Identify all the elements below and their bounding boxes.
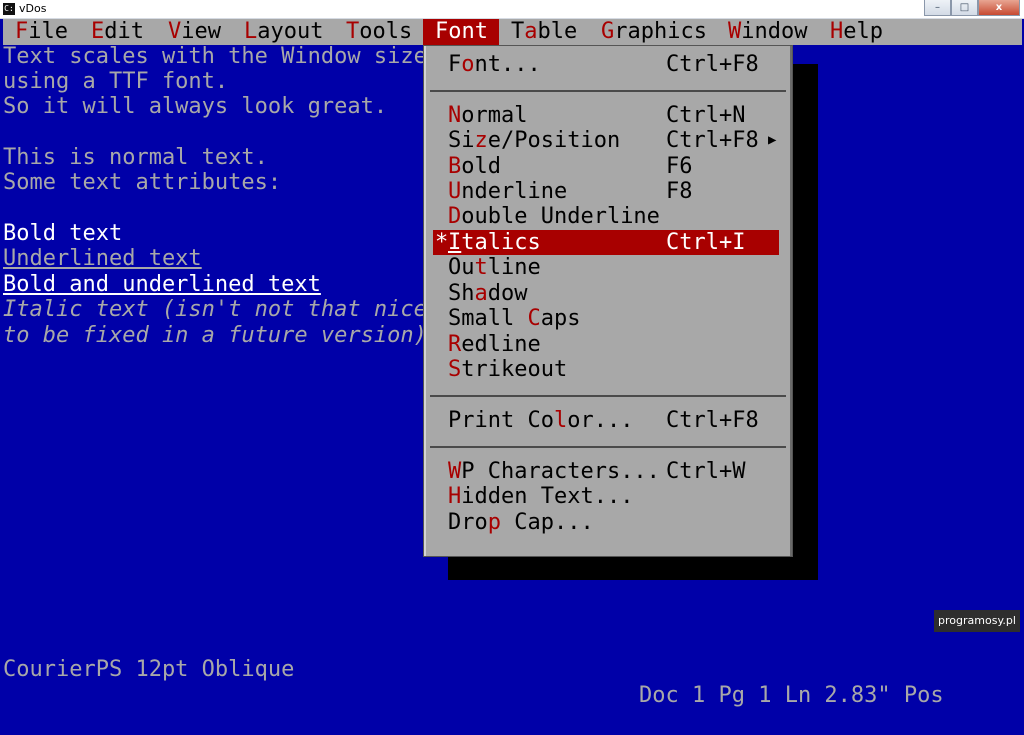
- menu-item-size-position[interactable]: Size/Position Ctrl+F8 ▶: [430, 128, 780, 153]
- menu-font[interactable]: Font: [423, 19, 499, 45]
- menu-item-wp-characters[interactable]: WP Characters... Ctrl+W: [430, 459, 780, 484]
- menu-separator: [430, 446, 786, 448]
- active-marker: *: [435, 230, 449, 255]
- doc-bold-underlined-text: Bold and underlined text: [3, 272, 321, 297]
- doc-line: Text scales with the Window size,: [3, 44, 441, 69]
- document-area[interactable]: Text scales with the Window size, using …: [3, 44, 440, 348]
- menu-item-outline[interactable]: Outline: [430, 255, 780, 280]
- menu-separator: [430, 90, 786, 92]
- watermark: programosy.pl: [934, 610, 1020, 632]
- menu-bar: File Edit View Layout Tools Font Table G…: [3, 19, 1022, 45]
- menu-item-font[interactable]: Font... Ctrl+F8: [430, 52, 780, 77]
- menu-item-print-color[interactable]: Print Color... Ctrl+F8: [430, 408, 780, 433]
- menu-edit[interactable]: Edit: [91, 19, 144, 45]
- menu-item-double-underline[interactable]: Double Underline: [430, 204, 780, 229]
- menu-item-normal[interactable]: Normal Ctrl+N: [430, 103, 780, 128]
- maximize-button[interactable]: □: [951, 0, 978, 16]
- menu-item-drop-cap[interactable]: Drop Cap...: [430, 510, 780, 535]
- menu-item-hidden-text[interactable]: Hidden Text...: [430, 484, 780, 509]
- menu-item-small-caps[interactable]: Small Caps: [430, 306, 780, 331]
- doc-bold-text: Bold text: [3, 221, 123, 246]
- menu-graphics[interactable]: Graphics: [601, 19, 707, 45]
- doc-line: Some text attributes:: [3, 170, 282, 195]
- menu-item-strikeout[interactable]: Strikeout: [430, 357, 780, 382]
- submenu-arrow-icon: ▶: [768, 132, 777, 148]
- doc-line: So it will always look great.: [3, 94, 388, 119]
- status-bar: CourierPS 12pt Oblique Doc 1 Pg 1 Ln 2.8…: [3, 631, 1022, 708]
- menu-separator: [430, 395, 786, 397]
- menu-item-italics[interactable]: * Italics Ctrl+I: [433, 230, 779, 255]
- window-controls: – □ x: [924, 0, 1020, 17]
- window-title: vDos: [19, 2, 47, 15]
- menu-help[interactable]: Help: [830, 19, 883, 45]
- status-font: CourierPS 12pt Oblique: [3, 657, 295, 682]
- menu-item-shadow[interactable]: Shadow: [430, 281, 780, 306]
- menu-view[interactable]: View: [168, 19, 221, 45]
- doc-underlined-text: Underlined text: [3, 246, 202, 271]
- menu-layout[interactable]: Layout: [244, 19, 323, 45]
- menu-item-bold[interactable]: Bold F6: [430, 154, 780, 179]
- menu-table[interactable]: Table: [511, 19, 577, 45]
- doc-line: This is normal text.: [3, 145, 268, 170]
- menu-item-underline[interactable]: Underline F8: [430, 179, 780, 204]
- close-button[interactable]: x: [978, 0, 1020, 16]
- minimize-button[interactable]: –: [924, 0, 951, 16]
- window-titlebar: C: vDos – □ x: [0, 0, 1024, 19]
- app-icon: C:: [3, 3, 15, 15]
- doc-italic-text: to be fixed in a future version): [3, 323, 427, 348]
- menu-tools[interactable]: Tools: [346, 19, 412, 45]
- doc-line: using a TTF font.: [3, 69, 229, 94]
- menu-window[interactable]: Window: [728, 19, 807, 45]
- doc-italic-text: Italic text (isn't not that nice,: [3, 297, 441, 322]
- menu-item-redline[interactable]: Redline: [430, 332, 780, 357]
- dos-screen: File Edit View Layout Tools Font Table G…: [3, 19, 1022, 708]
- font-menu: Font... Ctrl+F8 Normal Ctrl+N Size/Positio…: [423, 45, 793, 557]
- menu-file[interactable]: File: [15, 19, 68, 45]
- status-position: Doc 1 Pg 1 Ln 2.83" Pos: [639, 683, 944, 708]
